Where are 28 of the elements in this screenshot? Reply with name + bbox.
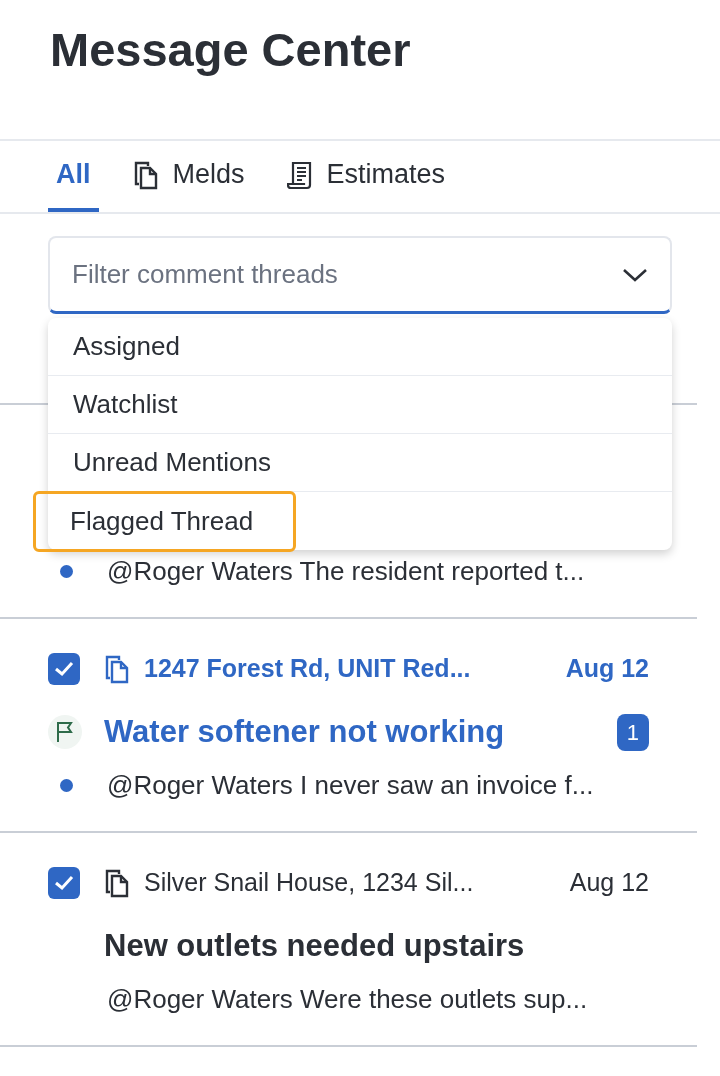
checkmark-icon xyxy=(54,875,74,891)
message-preview: @Roger Waters The resident reported t... xyxy=(107,554,585,588)
dropdown-option[interactable]: Assigned xyxy=(70,316,183,377)
message-preview: @Roger Waters I never saw an invoice f... xyxy=(107,768,594,802)
thread-title[interactable]: New outlets needed upstairs xyxy=(104,922,525,970)
checkbox[interactable] xyxy=(48,867,80,899)
tab[interactable]: Estimates xyxy=(278,141,454,212)
dropdown-option[interactable]: Watchlist xyxy=(70,374,181,435)
thread-title[interactable]: Water softener not working xyxy=(104,708,505,756)
message-preview: @Roger Waters Were these outlets sup... xyxy=(107,982,588,1016)
document-icon xyxy=(104,654,130,684)
chevron-down-icon xyxy=(622,266,648,283)
document-icon xyxy=(132,159,159,190)
thread-date: Aug 12 xyxy=(569,867,649,899)
tab[interactable]: All xyxy=(48,141,99,212)
checkbox[interactable] xyxy=(48,653,80,685)
receipt-icon xyxy=(286,159,313,190)
tab[interactable]: Melds xyxy=(124,141,253,212)
property-link[interactable]: Silver Snail House, 1234 Sil... xyxy=(144,864,474,902)
dropdown-option[interactable]: Unread Mentions xyxy=(70,432,274,493)
checkmark-icon xyxy=(54,661,74,677)
page-title: Message Center xyxy=(50,22,412,78)
thread-date: Aug 12 xyxy=(565,653,649,685)
property-link[interactable]: 1247 Forest Rd, UNIT Red... xyxy=(144,650,471,688)
dropdown-option[interactable]: Flagged Thread xyxy=(33,490,297,552)
unread-count: 1 xyxy=(616,713,649,751)
document-icon xyxy=(104,868,130,898)
filter-select[interactable]: Filter comment threads xyxy=(48,236,672,314)
